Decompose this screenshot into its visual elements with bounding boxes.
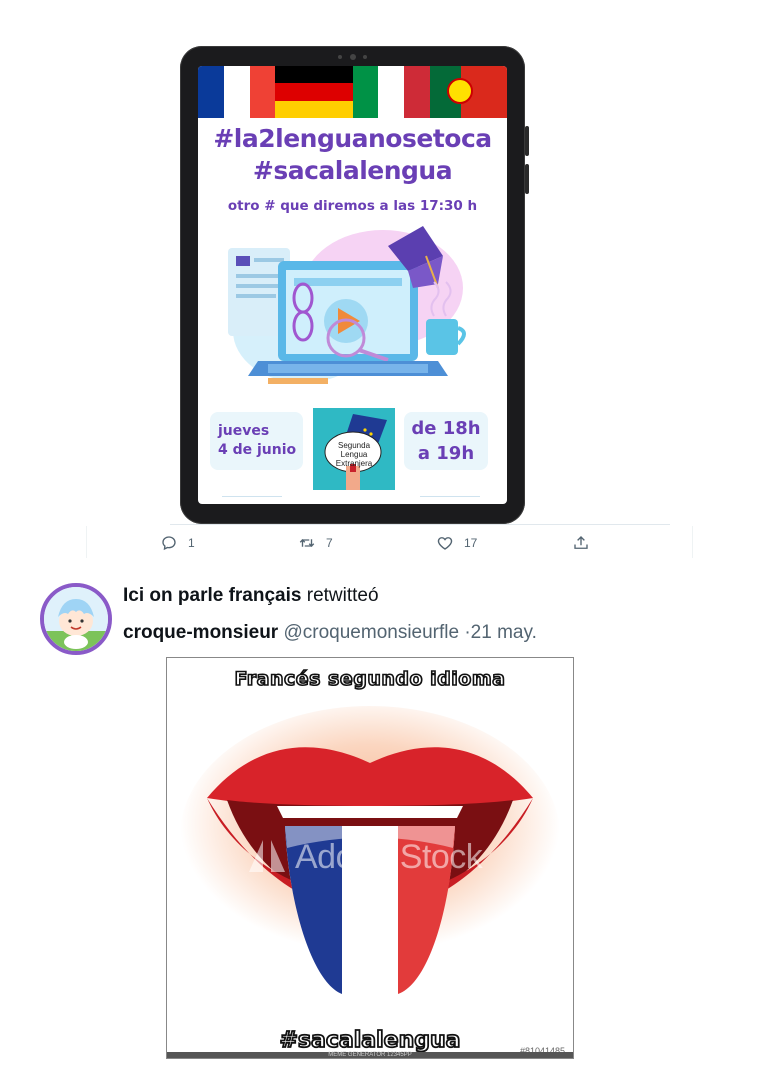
divider-line <box>222 496 282 497</box>
author-name[interactable]: croque-monsieur <box>123 622 278 643</box>
italy-flag <box>352 66 430 118</box>
avatar[interactable] <box>40 583 112 655</box>
tweet-date[interactable]: ·21 may. <box>464 622 537 643</box>
tablet-volume-button <box>525 126 529 156</box>
logo-text-extranjera: Extranjera <box>335 459 373 468</box>
logo-text-lengua: Lengua <box>340 450 368 459</box>
meme-generator-text: MEME GENERATOR 12345PP <box>328 1052 412 1058</box>
divider-line <box>420 496 480 497</box>
event-time-end: a 19h <box>417 443 475 464</box>
thread-line-left <box>86 526 87 558</box>
logo-text-segunda: Segunda <box>337 441 371 450</box>
germany-flag <box>275 66 353 118</box>
tweet-image[interactable]: Adobe Stock Francés segundo idioma #saca… <box>166 657 574 1059</box>
share-icon <box>574 536 588 549</box>
event-date-box: jueves 4 de junio <box>210 412 303 470</box>
retweet-action-text: retwitteó <box>306 585 379 606</box>
thread-line-right <box>692 526 693 558</box>
tablet-volume-button <box>525 164 529 194</box>
adobe-logo-icon <box>249 840 285 872</box>
reply-icon <box>162 536 176 551</box>
like-count: 17 <box>464 536 478 550</box>
reply-count: 1 <box>188 536 195 550</box>
tablet-camera <box>349 54 356 60</box>
retweet-button[interactable]: 7 <box>298 534 333 552</box>
retweet-count: 7 <box>326 536 333 550</box>
reply-button[interactable]: 1 <box>160 534 195 552</box>
retweet-icon <box>299 539 315 547</box>
tablet-sensor <box>362 55 367 59</box>
event-time-box: de 18h a 19h <box>404 412 488 470</box>
meme-bottom-text: #sacalalengua <box>279 1027 462 1054</box>
retweet-header: Ici on parle français retwitteó <box>123 585 379 607</box>
avatar-cartoon-icon <box>44 587 108 651</box>
event-date: 4 de junio <box>218 442 297 458</box>
laptop-illustration <box>228 226 466 384</box>
event-time-start: de 18h <box>411 418 481 439</box>
share-button[interactable] <box>572 534 590 552</box>
retweeter-name[interactable]: Ici on parle français <box>123 585 301 606</box>
author-handle[interactable]: @croquemonsieurfle <box>283 622 459 643</box>
france-flag <box>198 66 276 118</box>
portugal-emblem-icon <box>446 78 473 104</box>
tweet-actions: 1 7 17 <box>160 534 600 562</box>
tablet-screen: #la2lenguanosetoca #sacalalengua otro # … <box>198 66 507 504</box>
tweet-divider <box>170 524 670 525</box>
event-day: jueves <box>218 423 270 439</box>
hashtag-sacalalengua: #sacalalengua <box>252 156 453 185</box>
tweet-header: croque-monsieur @croquemonsieurfle ·21 m… <box>123 622 537 644</box>
meme-top-text: Francés segundo idioma <box>234 667 506 691</box>
flags-row <box>198 66 507 118</box>
tablet-sensor <box>337 55 342 59</box>
stock-watermark: Adobe Stock <box>295 838 483 876</box>
hashtag-la2lengua: #la2lenguanosetoca <box>213 124 492 153</box>
like-button[interactable]: 17 <box>436 534 477 552</box>
portugal-flag <box>429 66 507 118</box>
tablet-image[interactable]: #la2lenguanosetoca #sacalalengua otro # … <box>180 46 529 524</box>
heart-icon <box>437 537 453 550</box>
event-subline: otro # que diremos a las 17:30 h <box>227 198 478 214</box>
segunda-lengua-logo: Segunda Lengua Extranjera <box>313 408 395 490</box>
